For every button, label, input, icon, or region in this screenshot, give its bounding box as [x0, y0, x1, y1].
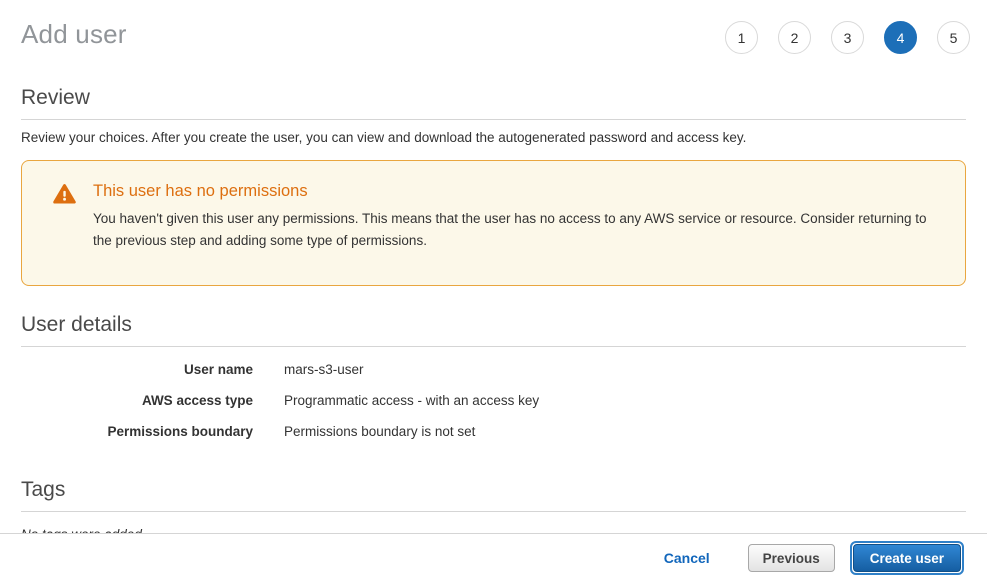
no-permissions-warning-banner: This user has no permissions You haven't… — [21, 160, 966, 286]
add-user-wizard: Add user 1 2 3 4 5 Review Review your ch… — [0, 0, 987, 581]
step-5[interactable]: 5 — [937, 21, 970, 54]
detail-label: Permissions boundary — [21, 423, 253, 439]
review-divider — [21, 119, 966, 120]
footer-action-bar: Cancel Previous Create user — [0, 533, 987, 581]
header: Add user 1 2 3 4 5 — [0, 0, 987, 62]
previous-button[interactable]: Previous — [748, 544, 835, 572]
step-1[interactable]: 1 — [725, 21, 758, 54]
wizard-step-indicator: 1 2 3 4 5 — [725, 19, 970, 54]
cancel-button[interactable]: Cancel — [664, 550, 710, 566]
detail-row-access-type: AWS access type Programmatic access - wi… — [21, 392, 966, 423]
warning-triangle-icon — [53, 183, 76, 209]
detail-label: User name — [21, 361, 253, 377]
user-details-divider — [21, 346, 966, 347]
page-title: Add user — [21, 19, 127, 50]
step-3[interactable]: 3 — [831, 21, 864, 54]
warning-body: You haven't given this user any permissi… — [93, 208, 945, 252]
tags-heading: Tags — [21, 478, 966, 502]
content: Review Review your choices. After you cr… — [0, 86, 987, 542]
review-heading: Review — [21, 86, 966, 110]
warning-title: This user has no permissions — [93, 182, 945, 201]
detail-value: mars-s3-user — [284, 361, 364, 377]
tags-divider — [21, 511, 966, 512]
detail-row-permissions-boundary: Permissions boundary Permissions boundar… — [21, 423, 966, 454]
detail-label: AWS access type — [21, 392, 253, 408]
review-description: Review your choices. After you create th… — [21, 130, 966, 145]
create-user-focus-ring: Create user — [850, 541, 964, 575]
user-details-rows: User name mars-s3-user AWS access type P… — [21, 361, 966, 454]
detail-value: Permissions boundary is not set — [284, 423, 475, 439]
step-2[interactable]: 2 — [778, 21, 811, 54]
review-section: Review Review your choices. After you cr… — [21, 86, 966, 145]
user-details-heading: User details — [21, 313, 966, 337]
user-details-section: User details User name mars-s3-user AWS … — [21, 313, 966, 454]
detail-value: Programmatic access - with an access key — [284, 392, 539, 408]
detail-row-user-name: User name mars-s3-user — [21, 361, 966, 392]
warning-text: This user has no permissions You haven't… — [93, 182, 945, 252]
step-4-active[interactable]: 4 — [884, 21, 917, 54]
create-user-button[interactable]: Create user — [853, 544, 961, 572]
